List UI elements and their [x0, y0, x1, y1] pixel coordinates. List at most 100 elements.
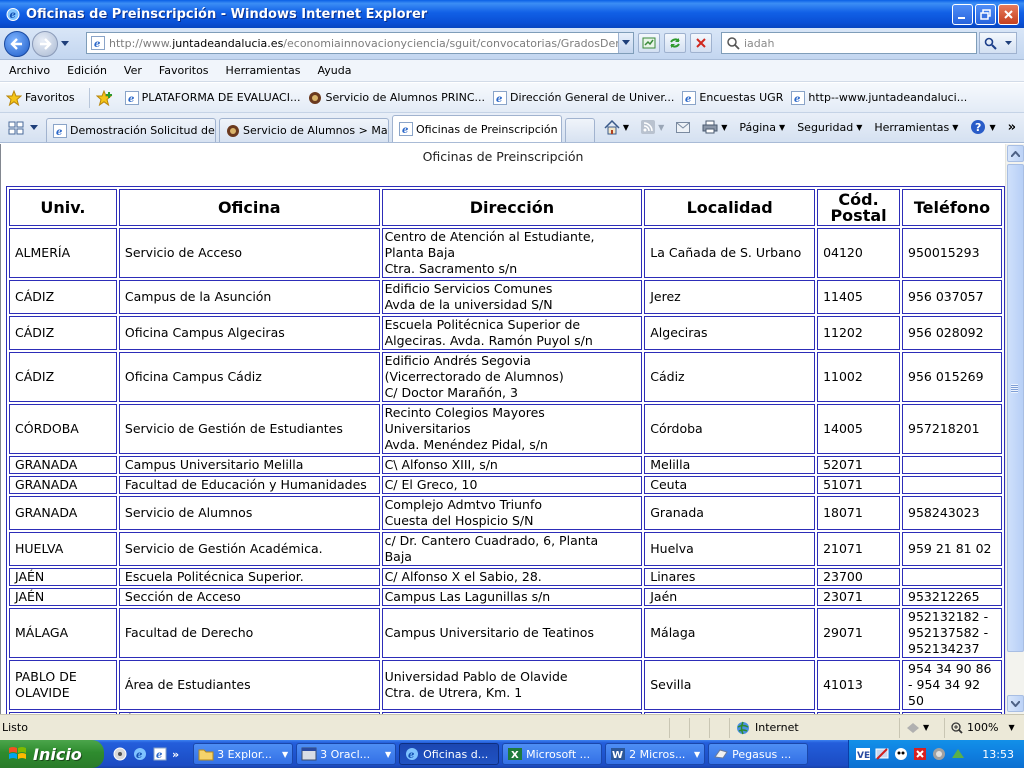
- tray-app-icon: VE: [856, 748, 870, 761]
- address-url[interactable]: http://www.juntadeandalucia.es/economiai…: [109, 37, 618, 50]
- status-bar: Listo Internet ▼ 100% ▼: [0, 714, 1024, 740]
- feeds-button[interactable]: ▼: [641, 120, 664, 134]
- cell-cod-postal: 18071: [817, 496, 901, 530]
- protected-mode-button[interactable]: ▼: [899, 717, 944, 738]
- add-favorite-button[interactable]: [95, 89, 117, 106]
- address-bar[interactable]: e http://www.juntadeandalucia.es/economi…: [86, 32, 634, 54]
- scroll-up-button[interactable]: [1007, 145, 1024, 162]
- cell-univ: ALMERÍA: [9, 228, 117, 278]
- pegasus-mail-icon: [714, 749, 728, 759]
- cell-direccion: Recinto Colegios Mayores Universitarios …: [381, 404, 643, 454]
- window-titlebar[interactable]: e Oficinas de Preinscripción - Windows I…: [0, 0, 1024, 28]
- table-row: ALMERÍA Servicio de Acceso Centro de Atenc…: [9, 228, 1002, 278]
- menu-archivo[interactable]: Archivo: [0, 64, 58, 77]
- cell-oficina: Servicio de Gestión Académica.: [118, 532, 380, 566]
- page-content: Oficinas de Preinscripción Univ. Oficina…: [0, 144, 1005, 714]
- ie-page-icon: e: [493, 90, 508, 105]
- quick-launch-ie-icon[interactable]: e: [152, 746, 168, 762]
- favorite-link[interactable]: e Dirección General de Univer...: [493, 90, 674, 105]
- menu-ayuda[interactable]: Ayuda: [308, 64, 359, 77]
- table-header-row: Univ. Oficina Dirección Localidad Cód. P…: [9, 189, 1002, 226]
- taskbar-item-oracle[interactable]: 3 Oracl... ▼: [296, 743, 397, 765]
- restore-button[interactable]: [975, 3, 996, 25]
- home-button[interactable]: ▼: [604, 119, 630, 135]
- taskbar-item-explorer[interactable]: 3 Explor... ▼: [193, 743, 294, 765]
- favorites-bar: Favoritos e PLATAFORMA DE EVALUACI... Se…: [0, 83, 1024, 113]
- menu-favoritos[interactable]: Favoritos: [150, 64, 217, 77]
- menu-edicion[interactable]: Edición: [58, 64, 115, 77]
- favorite-link[interactable]: e Encuestas UGR: [682, 90, 783, 105]
- refresh-button[interactable]: [664, 33, 686, 53]
- cell-localidad: Huelva: [644, 532, 816, 566]
- vertical-scrollbar[interactable]: [1005, 144, 1024, 714]
- tab-demostracion[interactable]: e Demostración Solicitud de A...: [46, 118, 216, 142]
- taskbar-item-excel[interactable]: X Microsoft ...: [502, 743, 603, 765]
- taskbar-item-oficinas[interactable]: e Oficinas d...: [399, 743, 500, 765]
- table-body: ALMERÍA Servicio de Acceso Centro de Atenc…: [9, 228, 1002, 714]
- recent-pages-dropdown[interactable]: [59, 31, 71, 57]
- column-header-oficina: Oficina: [118, 189, 380, 226]
- compatibility-view-button[interactable]: [638, 33, 660, 53]
- scrollbar-thumb[interactable]: [1007, 164, 1024, 652]
- back-button[interactable]: [4, 30, 30, 57]
- chevron-down-icon: ▼: [281, 749, 289, 759]
- tray-security-icon: [933, 748, 945, 760]
- search-value: iadah: [744, 36, 775, 50]
- security-zone[interactable]: Internet: [729, 717, 899, 738]
- taskbar-item-pegasus[interactable]: Pegasus ...: [708, 743, 809, 765]
- search-input[interactable]: iadah: [721, 32, 977, 54]
- start-button[interactable]: Inicio: [0, 740, 104, 768]
- chevron-down-icon: ▼: [658, 122, 665, 132]
- scroll-down-button[interactable]: [1007, 695, 1024, 712]
- minimize-button[interactable]: [952, 3, 973, 25]
- menu-herramientas[interactable]: Herramientas: [217, 64, 309, 77]
- tab-servicio-alumnos[interactable]: Servicio de Alumnos > May...: [219, 118, 389, 142]
- cell-localidad: Sevilla: [644, 660, 816, 710]
- security-menu-button[interactable]: Seguridad ▼: [797, 121, 862, 134]
- forward-button[interactable]: [32, 30, 58, 57]
- tray-icons[interactable]: VE: [855, 746, 966, 762]
- page-menu-button[interactable]: Página ▼: [739, 121, 785, 134]
- close-window-button[interactable]: [998, 3, 1019, 25]
- quick-tabs-icon[interactable]: [8, 121, 24, 135]
- quick-launch-app-icon[interactable]: [112, 746, 128, 762]
- menu-ver[interactable]: Ver: [115, 64, 150, 77]
- stop-button[interactable]: [690, 33, 712, 53]
- taskbar-item-word[interactable]: W 2 Micros... ▼: [605, 743, 706, 765]
- new-tab-button[interactable]: [565, 118, 595, 142]
- favorite-link[interactable]: Servicio de Alumnos PRINC...: [308, 91, 485, 105]
- cell-oficina: Facultad de Educación y Humanidades: [118, 476, 380, 494]
- cell-cod-postal: 11405: [817, 280, 901, 314]
- close-icon: [1004, 9, 1013, 19]
- quick-launch-ie-icon[interactable]: e: [132, 746, 148, 762]
- chevron-down-icon: ▼: [622, 122, 630, 132]
- svg-text:e: e: [496, 94, 502, 105]
- tab-list-chevron-icon[interactable]: [30, 125, 40, 131]
- cell-univ: CÁDIZ: [9, 280, 117, 314]
- print-button[interactable]: ▼: [702, 120, 727, 134]
- search-icon: [984, 37, 997, 50]
- cell-telefono: 959 21 81 02: [902, 532, 1002, 566]
- cell-oficina: Área de Estudiantes: [118, 660, 380, 710]
- favorite-link[interactable]: e http--www.juntadeandaluci...: [791, 90, 967, 105]
- cell-univ: CÓRDOBA: [9, 404, 117, 454]
- arrow-down-icon: [1011, 700, 1020, 707]
- tab-oficinas[interactable]: e Oficinas de Preinscripción ✕: [392, 115, 562, 142]
- search-go-button[interactable]: [979, 32, 1017, 54]
- favorites-button[interactable]: Favoritos: [6, 89, 75, 106]
- cell-univ: JAÉN: [9, 568, 117, 586]
- favorite-link[interactable]: e PLATAFORMA DE EVALUACI...: [124, 90, 300, 105]
- cell-direccion: Campus Universitario de Teatinos: [381, 608, 643, 658]
- quick-launch-more-icon[interactable]: »: [172, 748, 179, 761]
- cell-telefono: 954 34 90 86 - 954 34 92 50: [902, 660, 1002, 710]
- read-mail-button[interactable]: [676, 121, 691, 133]
- page-icon: e: [91, 36, 105, 50]
- window-title: Oficinas de Preinscripción - Windows Int…: [26, 6, 428, 22]
- more-commands-button[interactable]: »: [1008, 120, 1016, 135]
- address-dropdown[interactable]: [618, 33, 633, 53]
- zoom-control[interactable]: 100% ▼: [944, 717, 1024, 738]
- tools-menu-button[interactable]: Herramientas ▼: [874, 121, 958, 134]
- help-button[interactable]: ? ▼: [970, 119, 996, 135]
- arrow-up-icon: [1011, 150, 1020, 157]
- cell-cod-postal: 11002: [817, 352, 901, 402]
